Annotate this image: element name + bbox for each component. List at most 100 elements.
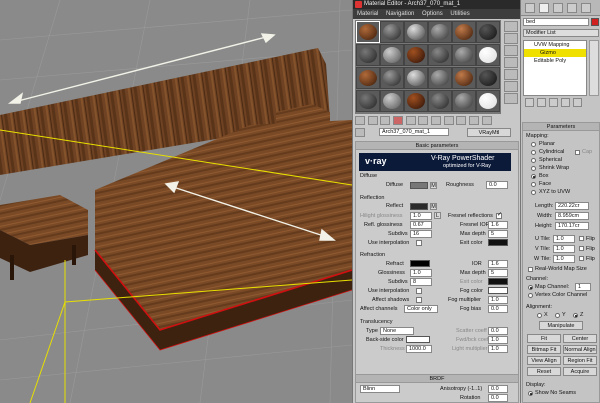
- stack-item-gizmo[interactable]: Gizmo: [524, 49, 586, 57]
- backlight-icon[interactable]: [504, 33, 518, 44]
- put-to-scene-icon[interactable]: [367, 116, 378, 125]
- refract-color-swatch[interactable]: [410, 260, 430, 267]
- reflect-map-button[interactable]: M: [430, 203, 437, 210]
- refraction-subdivs-field[interactable]: 8: [410, 278, 432, 286]
- reflect-color-swatch[interactable]: [410, 203, 428, 210]
- remove-modifier-icon[interactable]: [561, 98, 570, 107]
- sample-slot[interactable]: [356, 90, 380, 112]
- make-unique-modifier-icon[interactable]: [549, 98, 558, 107]
- reset-map-icon[interactable]: [393, 116, 404, 125]
- pin-stack-icon[interactable]: [525, 98, 534, 107]
- sample-slot[interactable]: [380, 21, 404, 43]
- sample-slot[interactable]: [356, 67, 380, 89]
- affect-channels-dropdown[interactable]: Color only: [404, 305, 438, 313]
- cap-checkbox[interactable]: [575, 150, 580, 155]
- fwd-bck-coeff-field[interactable]: 1.0: [488, 336, 508, 344]
- sample-slot[interactable]: [428, 67, 452, 89]
- sample-slot[interactable]: [404, 44, 428, 66]
- mapping-face-radio[interactable]: [531, 182, 536, 187]
- roughness-field[interactable]: 0.0: [486, 181, 508, 189]
- sample-slot[interactable]: [356, 44, 380, 66]
- align-y-radio[interactable]: [555, 313, 560, 318]
- motion-tab-icon[interactable]: [567, 3, 577, 13]
- display-tab-icon[interactable]: [581, 3, 591, 13]
- configure-sets-icon[interactable]: [573, 98, 582, 107]
- sample-slot[interactable]: [428, 44, 452, 66]
- mapping-cylindrical-radio[interactable]: [531, 150, 536, 155]
- menu-navigation[interactable]: Navigation: [386, 11, 414, 17]
- perspective-viewport[interactable]: [0, 0, 352, 403]
- get-material-icon[interactable]: [355, 116, 365, 125]
- menu-material[interactable]: Material: [357, 11, 378, 17]
- sample-slot[interactable]: [428, 21, 452, 43]
- translucency-type-dropdown[interactable]: None: [380, 327, 414, 335]
- fit-button[interactable]: Fit: [527, 334, 561, 343]
- sample-slot[interactable]: [452, 44, 476, 66]
- sample-slot[interactable]: [476, 21, 500, 43]
- scatter-coeff-field[interactable]: 0.0: [488, 327, 508, 335]
- refraction-glossiness-field[interactable]: 1.0: [410, 269, 432, 277]
- w-flip-checkbox[interactable]: [579, 256, 584, 261]
- create-tab-icon[interactable]: [525, 3, 535, 13]
- sample-slot[interactable]: [452, 21, 476, 43]
- reflection-max-depth-field[interactable]: 5: [488, 230, 508, 238]
- uv-tiling-icon[interactable]: [504, 57, 518, 68]
- mapping-shrink-wrap-radio[interactable]: [531, 166, 536, 171]
- sample-slot[interactable]: [476, 90, 500, 112]
- refraction-max-depth-field[interactable]: 5: [488, 269, 508, 277]
- reflection-exit-color-swatch[interactable]: [488, 239, 508, 246]
- hierarchy-tab-icon[interactable]: [553, 3, 563, 13]
- sample-slot[interactable]: [428, 90, 452, 112]
- view-align-button[interactable]: View Align: [527, 356, 561, 365]
- object-name-field[interactable]: bed: [523, 18, 589, 26]
- sample-type-icon[interactable]: [504, 21, 518, 32]
- v-tile-field[interactable]: 1.0: [553, 245, 575, 253]
- sample-slot[interactable]: [404, 67, 428, 89]
- reset-button[interactable]: Reset: [527, 367, 561, 376]
- basic-parameters-header[interactable]: Basic parameters: [356, 142, 518, 150]
- map-channel-radio[interactable]: [528, 285, 533, 290]
- region-fit-button[interactable]: Region Fit: [563, 356, 597, 365]
- thickness-field[interactable]: 1000.0: [406, 345, 432, 353]
- fog-color-swatch[interactable]: [488, 287, 508, 294]
- assign-material-icon[interactable]: [380, 116, 391, 125]
- map-channel-field[interactable]: 1: [575, 283, 591, 291]
- u-tile-field[interactable]: 1.0: [553, 235, 575, 243]
- parameters-header[interactable]: Parameters: [523, 123, 599, 131]
- affect-shadows-checkbox[interactable]: [416, 297, 422, 303]
- material-name-field[interactable]: Arch37_070_mat_1: [379, 128, 449, 136]
- sample-slot[interactable]: [356, 21, 380, 43]
- refl-glossiness-field[interactable]: 0.67: [410, 221, 432, 229]
- put-to-library-icon[interactable]: [418, 116, 429, 125]
- sample-slot[interactable]: [404, 90, 428, 112]
- u-flip-checkbox[interactable]: [579, 236, 584, 241]
- sample-slot[interactable]: [380, 44, 404, 66]
- background-icon[interactable]: [504, 45, 518, 56]
- diffuse-color-swatch[interactable]: [410, 182, 428, 189]
- sample-slot[interactable]: [476, 44, 500, 66]
- height-field[interactable]: 170.17cr: [555, 222, 589, 230]
- v-flip-checkbox[interactable]: [579, 246, 584, 251]
- video-check-icon[interactable]: [504, 69, 518, 80]
- pick-material-icon[interactable]: [355, 128, 365, 137]
- stack-scroll-icon[interactable]: [589, 40, 599, 96]
- material-type-button[interactable]: VRayMtl: [467, 128, 511, 137]
- center-button[interactable]: Center: [563, 334, 597, 343]
- menu-options[interactable]: Options: [422, 11, 443, 17]
- fog-multiplier-field[interactable]: 1.0: [488, 296, 508, 304]
- mapping-xyz-radio[interactable]: [531, 190, 536, 195]
- hilight-glossiness-field[interactable]: 1.0: [410, 212, 432, 220]
- stack-item-editable-poly[interactable]: Editable Poly: [524, 57, 586, 65]
- mapping-planar-radio[interactable]: [531, 142, 536, 147]
- diffuse-map-button[interactable]: M: [430, 182, 437, 189]
- bitmap-fit-button[interactable]: Bitmap Fit: [527, 345, 561, 354]
- length-field[interactable]: 220.22cr: [555, 202, 589, 210]
- make-preview-icon[interactable]: [504, 81, 518, 92]
- sample-slot[interactable]: [380, 67, 404, 89]
- make-unique-icon[interactable]: [405, 116, 416, 125]
- reflection-subdivs-field[interactable]: 16: [410, 230, 432, 238]
- fresnel-ior-field[interactable]: 1.6: [488, 221, 508, 229]
- go-forward-sibling-icon[interactable]: [481, 116, 492, 125]
- menu-utilities[interactable]: Utilities: [450, 11, 469, 17]
- modify-tab-icon[interactable]: [539, 3, 549, 13]
